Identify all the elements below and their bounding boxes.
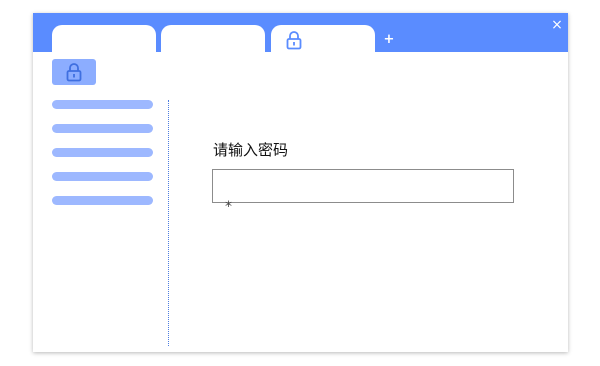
sidebar-item-1[interactable] (52, 100, 153, 109)
lock-icon (66, 63, 82, 82)
tab-bar: + × (33, 13, 568, 52)
password-mask: * (225, 199, 232, 215)
browser-window: + × 请输入密码 * (33, 13, 568, 352)
sidebar-divider (168, 100, 169, 346)
tab-2[interactable] (161, 25, 265, 52)
tab-1[interactable] (52, 25, 156, 52)
sidebar-item-3[interactable] (52, 148, 153, 157)
lock-icon (286, 30, 302, 54)
new-tab-button[interactable]: + (382, 33, 396, 47)
sidebar-item-4[interactable] (52, 172, 153, 181)
password-label: 请输入密码 (213, 141, 289, 159)
sidebar-item-5[interactable] (52, 196, 153, 205)
password-input[interactable] (212, 169, 514, 203)
lock-button[interactable] (52, 59, 96, 85)
close-button[interactable]: × (549, 17, 565, 33)
sidebar-item-2[interactable] (52, 124, 153, 133)
tab-3-active[interactable] (271, 25, 375, 52)
